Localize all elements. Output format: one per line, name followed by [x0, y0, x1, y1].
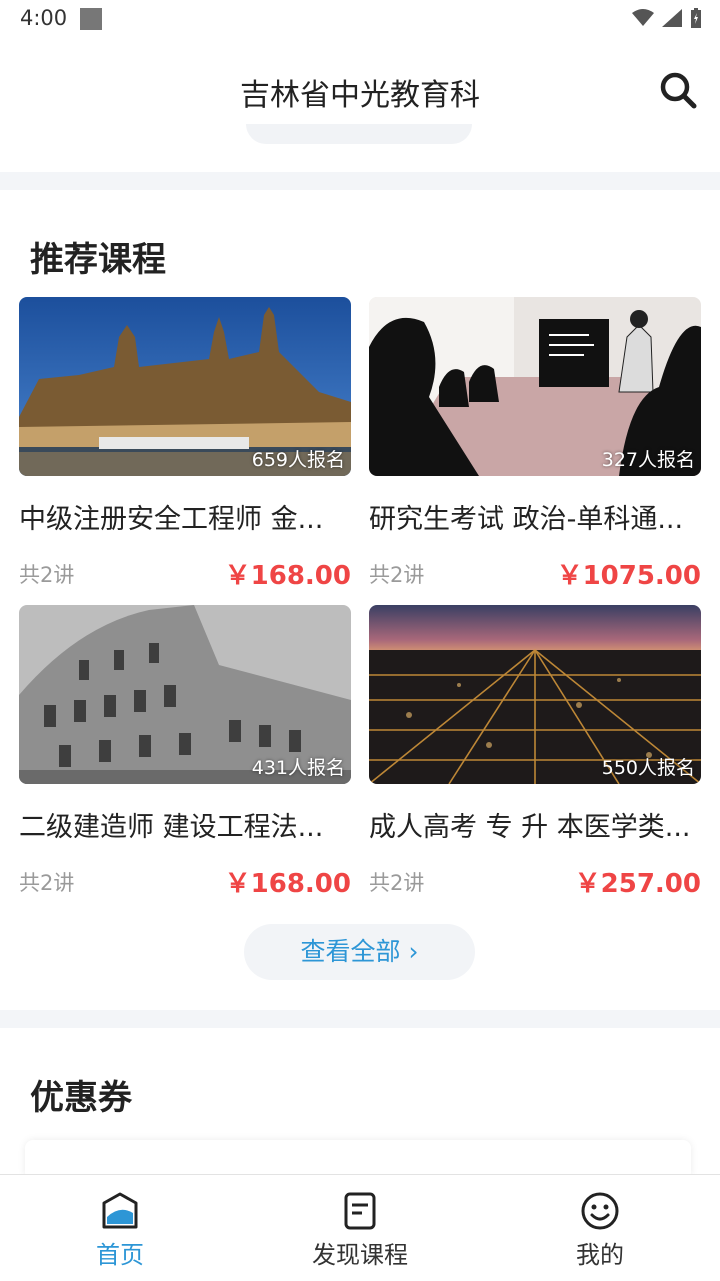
page-title: 吉林省中光教育科 [240, 78, 480, 113]
course-card[interactable]: 327人报名 研究生考试 政治-单科通... 共2讲 ￥1075.00 [369, 297, 701, 591]
course-price: ￥257.00 [574, 869, 701, 899]
lesson-count: 共2讲 [369, 871, 425, 895]
tab-mine-label: 我的 [576, 1241, 624, 1269]
course-name: 中级注册安全工程师 金... [19, 504, 324, 535]
course-card[interactable]: 550人报名 成人高考 专 升 本医学类... 共2讲 ￥257.00 [369, 605, 701, 899]
smiley-icon [581, 1192, 619, 1230]
course-price: ￥168.00 [224, 561, 351, 591]
section-title-recommended: 推荐课程 [30, 240, 166, 280]
course-thumbnail: 550人报名 [369, 605, 701, 784]
search-icon[interactable] [658, 70, 698, 110]
home-icon [102, 1192, 138, 1229]
tab-mine[interactable]: 我的 [480, 1175, 720, 1281]
course-card[interactable]: 431人报名 二级建造师 建设工程法... 共2讲 ￥168.00 [19, 605, 351, 899]
notification-icon [80, 8, 102, 30]
search-bar-fragment [246, 124, 472, 144]
lesson-count: 共2讲 [19, 563, 75, 587]
course-price: ￥1075.00 [556, 561, 701, 591]
battery-icon [691, 8, 701, 28]
bottom-tab-bar: 首页 发现课程 我的 [0, 1174, 720, 1281]
status-icons [632, 8, 702, 28]
course-price: ￥168.00 [224, 869, 351, 899]
tab-home[interactable]: 首页 [0, 1175, 240, 1281]
course-thumbnail: 327人报名 [369, 297, 701, 476]
book-icon [344, 1192, 376, 1230]
course-name: 成人高考 专 升 本医学类... [369, 812, 691, 843]
section-divider [0, 1010, 720, 1028]
course-thumbnail: 659人报名 [19, 297, 351, 476]
enroll-count: 431人报名 [251, 757, 345, 779]
tab-discover-label: 发现课程 [312, 1241, 408, 1269]
course-name: 二级建造师 建设工程法... [19, 812, 324, 843]
enroll-count: 327人报名 [601, 449, 695, 471]
status-time: 4:00 [20, 6, 68, 30]
signal-icon [662, 9, 682, 27]
wifi-icon [632, 9, 654, 26]
section-title-coupons: 优惠券 [30, 1078, 132, 1118]
enroll-count: 659人报名 [251, 449, 345, 471]
course-name: 研究生考试 政治-单科通... [369, 504, 684, 535]
enroll-count: 550人报名 [601, 757, 695, 779]
view-all-button[interactable]: 查看全部 › [244, 924, 475, 980]
status-bar: 4:00 [0, 0, 720, 36]
course-card[interactable]: 659人报名 中级注册安全工程师 金... 共2讲 ￥168.00 [19, 297, 351, 591]
lesson-count: 共2讲 [369, 563, 425, 587]
course-thumbnail: 431人报名 [19, 605, 351, 784]
lesson-count: 共2讲 [19, 871, 75, 895]
tab-discover[interactable]: 发现课程 [240, 1175, 480, 1281]
tab-home-label: 首页 [96, 1241, 144, 1269]
app-header: 吉林省中光教育科 [0, 56, 720, 124]
section-divider [0, 172, 720, 190]
